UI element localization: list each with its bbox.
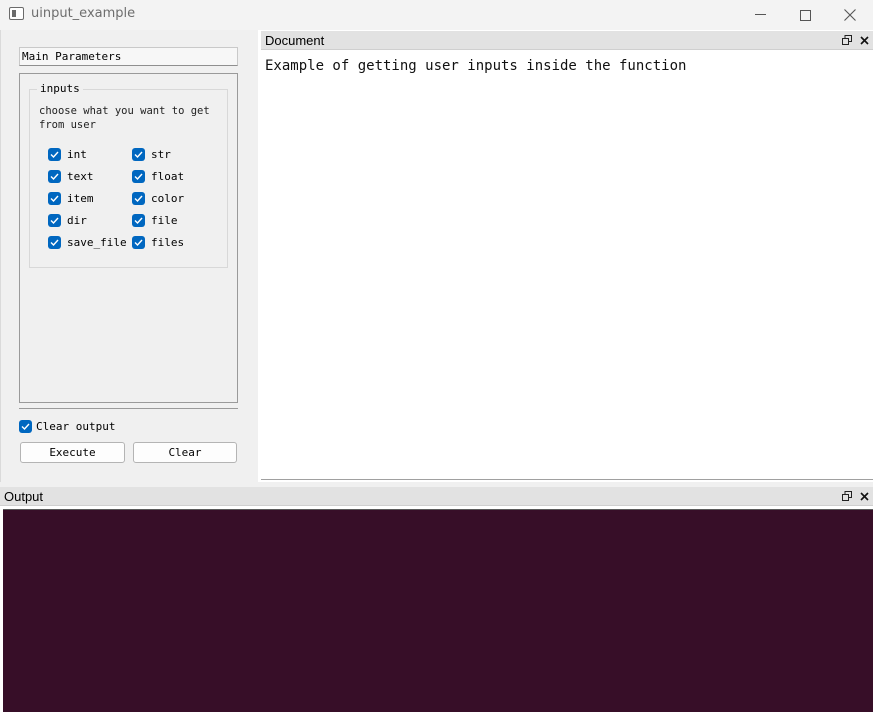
checkbox-label: int [67,147,87,161]
check-icon [48,147,61,161]
maximize-button[interactable] [782,0,828,30]
check-icon [48,213,61,227]
dock-close-icon[interactable] [860,489,869,504]
separator [19,408,238,409]
document-text-area[interactable]: Example of getting user inputs inside th… [261,50,873,480]
minimize-button[interactable] [737,0,783,30]
close-icon [844,9,856,21]
checkbox-label: file [151,213,178,227]
checkbox-label: files [151,235,185,249]
maximize-icon [799,9,811,21]
checkbox-dir[interactable]: dir [48,213,87,227]
app-icon [9,7,24,20]
check-icon [19,419,32,433]
checkbox-label: dir [67,213,87,227]
checkbox-label: item [67,191,94,205]
checkbox-label: color [151,191,185,205]
title-bar: uinput_example [0,0,873,30]
output-dock-title: Output [0,487,873,506]
checkbox-text[interactable]: text [48,169,94,183]
document-dock-controls [842,31,869,49]
output-dock-controls [842,487,869,505]
check-icon [48,235,61,249]
checkbox-label: text [67,169,94,183]
document-content: Example of getting user inputs inside th… [265,58,687,74]
checkbox-save-file[interactable]: save_file [48,235,127,249]
main-parameters-header[interactable]: Main Parameters [19,47,238,66]
check-icon [132,235,145,249]
document-title: Document [265,33,325,48]
checkbox-float[interactable]: float [132,169,184,183]
checkbox-color[interactable]: color [132,191,184,205]
check-icon [132,213,145,227]
checkbox-item[interactable]: item [48,191,94,205]
dock-close-icon[interactable] [860,33,869,48]
groupbox-description: choose what you want to get from user [39,105,210,131]
clear-button[interactable]: Clear [133,442,237,463]
check-icon [48,169,61,183]
checkbox-label: save_file [67,235,127,249]
checkbox-label: str [151,147,171,161]
check-icon [48,191,61,205]
checkbox-label: float [151,169,185,183]
window-title: uinput_example [31,6,136,21]
float-icon[interactable] [842,489,852,504]
execute-button[interactable]: Execute [20,442,125,463]
checkbox-str[interactable]: str [132,147,171,161]
output-title: Output [4,489,44,504]
groupbox-title: inputs [37,82,83,95]
check-icon [132,147,145,161]
check-icon [132,191,145,205]
checkbox-label: Clear output [36,419,116,433]
check-icon [132,169,145,183]
checkbox-files[interactable]: files [132,235,184,249]
checkbox-int[interactable]: int [48,147,87,161]
checkbox-clear-output[interactable]: Clear output [19,419,115,433]
float-icon[interactable] [842,33,852,48]
minimize-icon [754,14,766,15]
close-button[interactable] [827,0,873,30]
checkbox-file[interactable]: file [132,213,178,227]
document-dock-title: Document [261,31,873,50]
output-console[interactable] [3,509,873,712]
